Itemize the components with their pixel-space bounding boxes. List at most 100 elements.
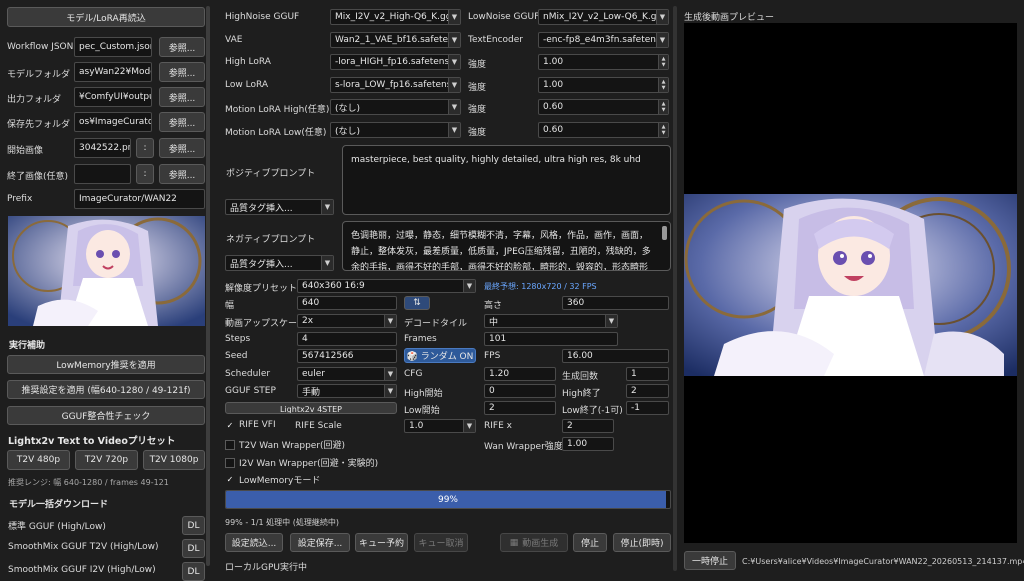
chevron-down-icon: ▼ — [605, 315, 617, 327]
swap-dimensions-button[interactable]: ⇅ — [404, 296, 430, 310]
low-start-input[interactable]: 2 — [484, 401, 556, 415]
queue-cancel-button[interactable]: キュー取消 — [414, 533, 468, 552]
high-end-label: High終了 — [562, 389, 601, 399]
apply-recommended-button[interactable]: 推奨設定を適用 (幅640-1280 / 49-121f) — [7, 380, 205, 399]
positive-prompt-input[interactable]: masterpiece, best quality, highly detail… — [342, 145, 671, 215]
negative-tag-combo[interactable]: 品質タグ挿入... ▼ — [225, 255, 334, 271]
stop-now-button[interactable]: 停止(即時) — [613, 533, 671, 552]
cfg-input[interactable]: 1.20 — [484, 367, 556, 381]
browse-button[interactable]: 参照... — [159, 62, 205, 82]
negative-prompt-scrollbar[interactable] — [662, 226, 667, 240]
lora-combo[interactable]: s-lora_LOW_fp16.safetensors ▼ — [330, 77, 461, 93]
width-input[interactable]: 640 — [297, 296, 397, 310]
fps-input[interactable]: 16.00 — [562, 349, 669, 363]
strength-value: 0.60 — [543, 102, 564, 112]
model-combo-2[interactable]: nMix_I2V_v2_Low-Q6_K.gguf ▼ — [538, 9, 669, 25]
model-combo-value: -enc-fp8_e4m3fn.safetensors — [543, 35, 669, 45]
lora-combo[interactable]: (なし) ▼ — [330, 99, 461, 115]
download-item-label: 標準 GGUF (High/Low) — [8, 522, 106, 532]
path-row-input[interactable]: asyWan22¥Model — [74, 62, 152, 82]
t2v-480p-button[interactable]: T2V 480p — [7, 450, 70, 470]
path-row-options-button[interactable]: : — [136, 138, 154, 158]
load-settings-button[interactable]: 設定読込... — [225, 533, 283, 552]
scheduler-combo[interactable]: euler ▼ — [297, 367, 397, 381]
start-image-thumbnail — [8, 216, 205, 326]
path-row-options-button[interactable]: : — [136, 164, 154, 184]
lowmemory-recommend-button[interactable]: LowMemory推奨を適用 — [7, 355, 205, 374]
download-button[interactable]: DL — [182, 516, 205, 535]
t2v-wrapper-checkbox[interactable]: T2V Wan Wrapper(回避) — [225, 438, 345, 451]
lora-combo[interactable]: (なし) ▼ — [330, 122, 461, 138]
queue-reserve-button[interactable]: キュー予約 — [355, 533, 408, 552]
seed-input[interactable]: 567412566 — [297, 349, 397, 363]
positive-tag-combo[interactable]: 品質タグ挿入... ▼ — [225, 199, 334, 215]
width-label: 幅 — [225, 301, 235, 311]
left-scrollbar[interactable] — [206, 6, 210, 566]
local-gpu-status: ローカルGPU実行中 — [225, 563, 307, 573]
frames-input[interactable]: 101 — [484, 332, 618, 346]
path-row-input[interactable]: ¥ComfyUI¥output — [74, 87, 152, 107]
path-row-input[interactable] — [74, 164, 131, 184]
video-preview — [684, 23, 1017, 543]
chevron-down-icon: ▼ — [321, 200, 333, 214]
chevron-down-icon: ▼ — [448, 10, 460, 24]
i2v-wrapper-checkbox[interactable]: I2V Wan Wrapper(回避・実験的) — [225, 456, 378, 469]
low-end-label: Low終了(-1可) — [562, 406, 623, 416]
browse-button[interactable]: 参照... — [159, 87, 205, 107]
wrapper-strength-label: Wan Wrapper強度 — [484, 442, 563, 452]
strength-spinbox[interactable]: 0.60 ▲ ▼ — [538, 122, 669, 138]
browse-button[interactable]: 参照... — [159, 112, 205, 132]
download-button[interactable]: DL — [182, 539, 205, 558]
strength-spinbox[interactable]: 1.00 ▲ ▼ — [538, 54, 669, 70]
decode-tile-combo[interactable]: 中 ▼ — [484, 314, 618, 328]
download-button[interactable]: DL — [182, 562, 205, 581]
middle-scrollbar[interactable] — [673, 6, 677, 571]
path-row-input[interactable]: 3042522.png — [74, 138, 131, 158]
strength-spinbox[interactable]: 1.00 ▲ ▼ — [538, 77, 669, 93]
prefix-input[interactable]: ImageCurator/WAN22 — [74, 189, 205, 209]
high-start-input[interactable]: 0 — [484, 384, 556, 398]
model-combo-2[interactable]: -enc-fp8_e4m3fn.safetensors ▼ — [538, 32, 669, 48]
t2v-720p-button[interactable]: T2V 720p — [75, 450, 138, 470]
wrapper-strength-input[interactable]: 1.00 — [562, 437, 614, 451]
strength-label: 強度 — [468, 105, 487, 115]
negative-prompt-label: ネガティブプロンプト — [226, 235, 316, 245]
random-seed-button[interactable]: 🎲 ランダム ON — [404, 348, 476, 363]
gen-count-input[interactable]: 1 — [626, 367, 669, 381]
path-row-input[interactable]: pec_Custom.json — [74, 37, 152, 57]
lowmemory-mode-checkbox[interactable]: ✓ LowMemoryモード — [225, 473, 321, 486]
steps-input[interactable]: 4 — [297, 332, 397, 346]
rife-scale-combo[interactable]: 1.0 ▼ — [404, 419, 476, 433]
model-combo-1[interactable]: Wan2_1_VAE_bf16.safetensors ▼ — [330, 32, 461, 48]
strength-value: 1.00 — [543, 80, 564, 90]
rife-x-input[interactable]: 2 — [562, 419, 614, 433]
gguf-step-combo[interactable]: 手動 ▼ — [297, 384, 397, 398]
lora-label: Motion LoRA Low(任意) — [225, 128, 327, 138]
lora-combo[interactable]: -lora_HIGH_fp16.safetensors ▼ — [330, 54, 461, 70]
browse-button[interactable]: 参照... — [159, 37, 205, 57]
rife-vfi-checkbox[interactable]: ✓ RIFE VFI — [225, 420, 276, 430]
pause-button[interactable]: 一時停止 — [684, 551, 736, 570]
height-input[interactable]: 360 — [562, 296, 669, 310]
save-settings-button[interactable]: 設定保存... — [290, 533, 350, 552]
strength-spinbox[interactable]: 0.60 ▲ ▼ — [538, 99, 669, 115]
browse-button[interactable]: 参照... — [159, 138, 205, 158]
model-combo-1[interactable]: Mix_I2V_v2_High-Q6_K.gguf ▼ — [330, 9, 461, 25]
upscale-combo[interactable]: 2x ▼ — [297, 314, 397, 328]
browse-button[interactable]: 参照... — [159, 164, 205, 184]
resolution-preset-combo[interactable]: 640x360 16:9 ▼ — [297, 279, 476, 293]
reload-models-button[interactable]: モデル/LoRA再読込 — [7, 7, 205, 27]
strength-label: 強度 — [468, 128, 487, 138]
gguf-check-button[interactable]: GGUF整合性チェック — [7, 406, 205, 425]
negative-prompt-input[interactable]: 色调艳丽，过曝，静态，细节模糊不清，字幕，风格，作品，画作，画面，静止，整体发灰… — [342, 221, 671, 271]
generate-video-button[interactable]: ▦ 動画生成 — [500, 533, 568, 552]
fps-label: FPS — [484, 351, 501, 361]
stop-button[interactable]: 停止 — [573, 533, 607, 552]
chevron-down-icon: ▼ — [656, 10, 668, 24]
lightx2v-4step-button[interactable]: Lightx2v 4STEP — [225, 402, 397, 414]
path-row-input[interactable]: os¥ImageCurator — [74, 112, 152, 132]
t2v-1080p-button[interactable]: T2V 1080p — [143, 450, 205, 470]
high-end-input[interactable]: 2 — [626, 384, 669, 398]
low-end-input[interactable]: -1 — [626, 401, 669, 415]
check-icon: ✓ — [226, 475, 234, 484]
